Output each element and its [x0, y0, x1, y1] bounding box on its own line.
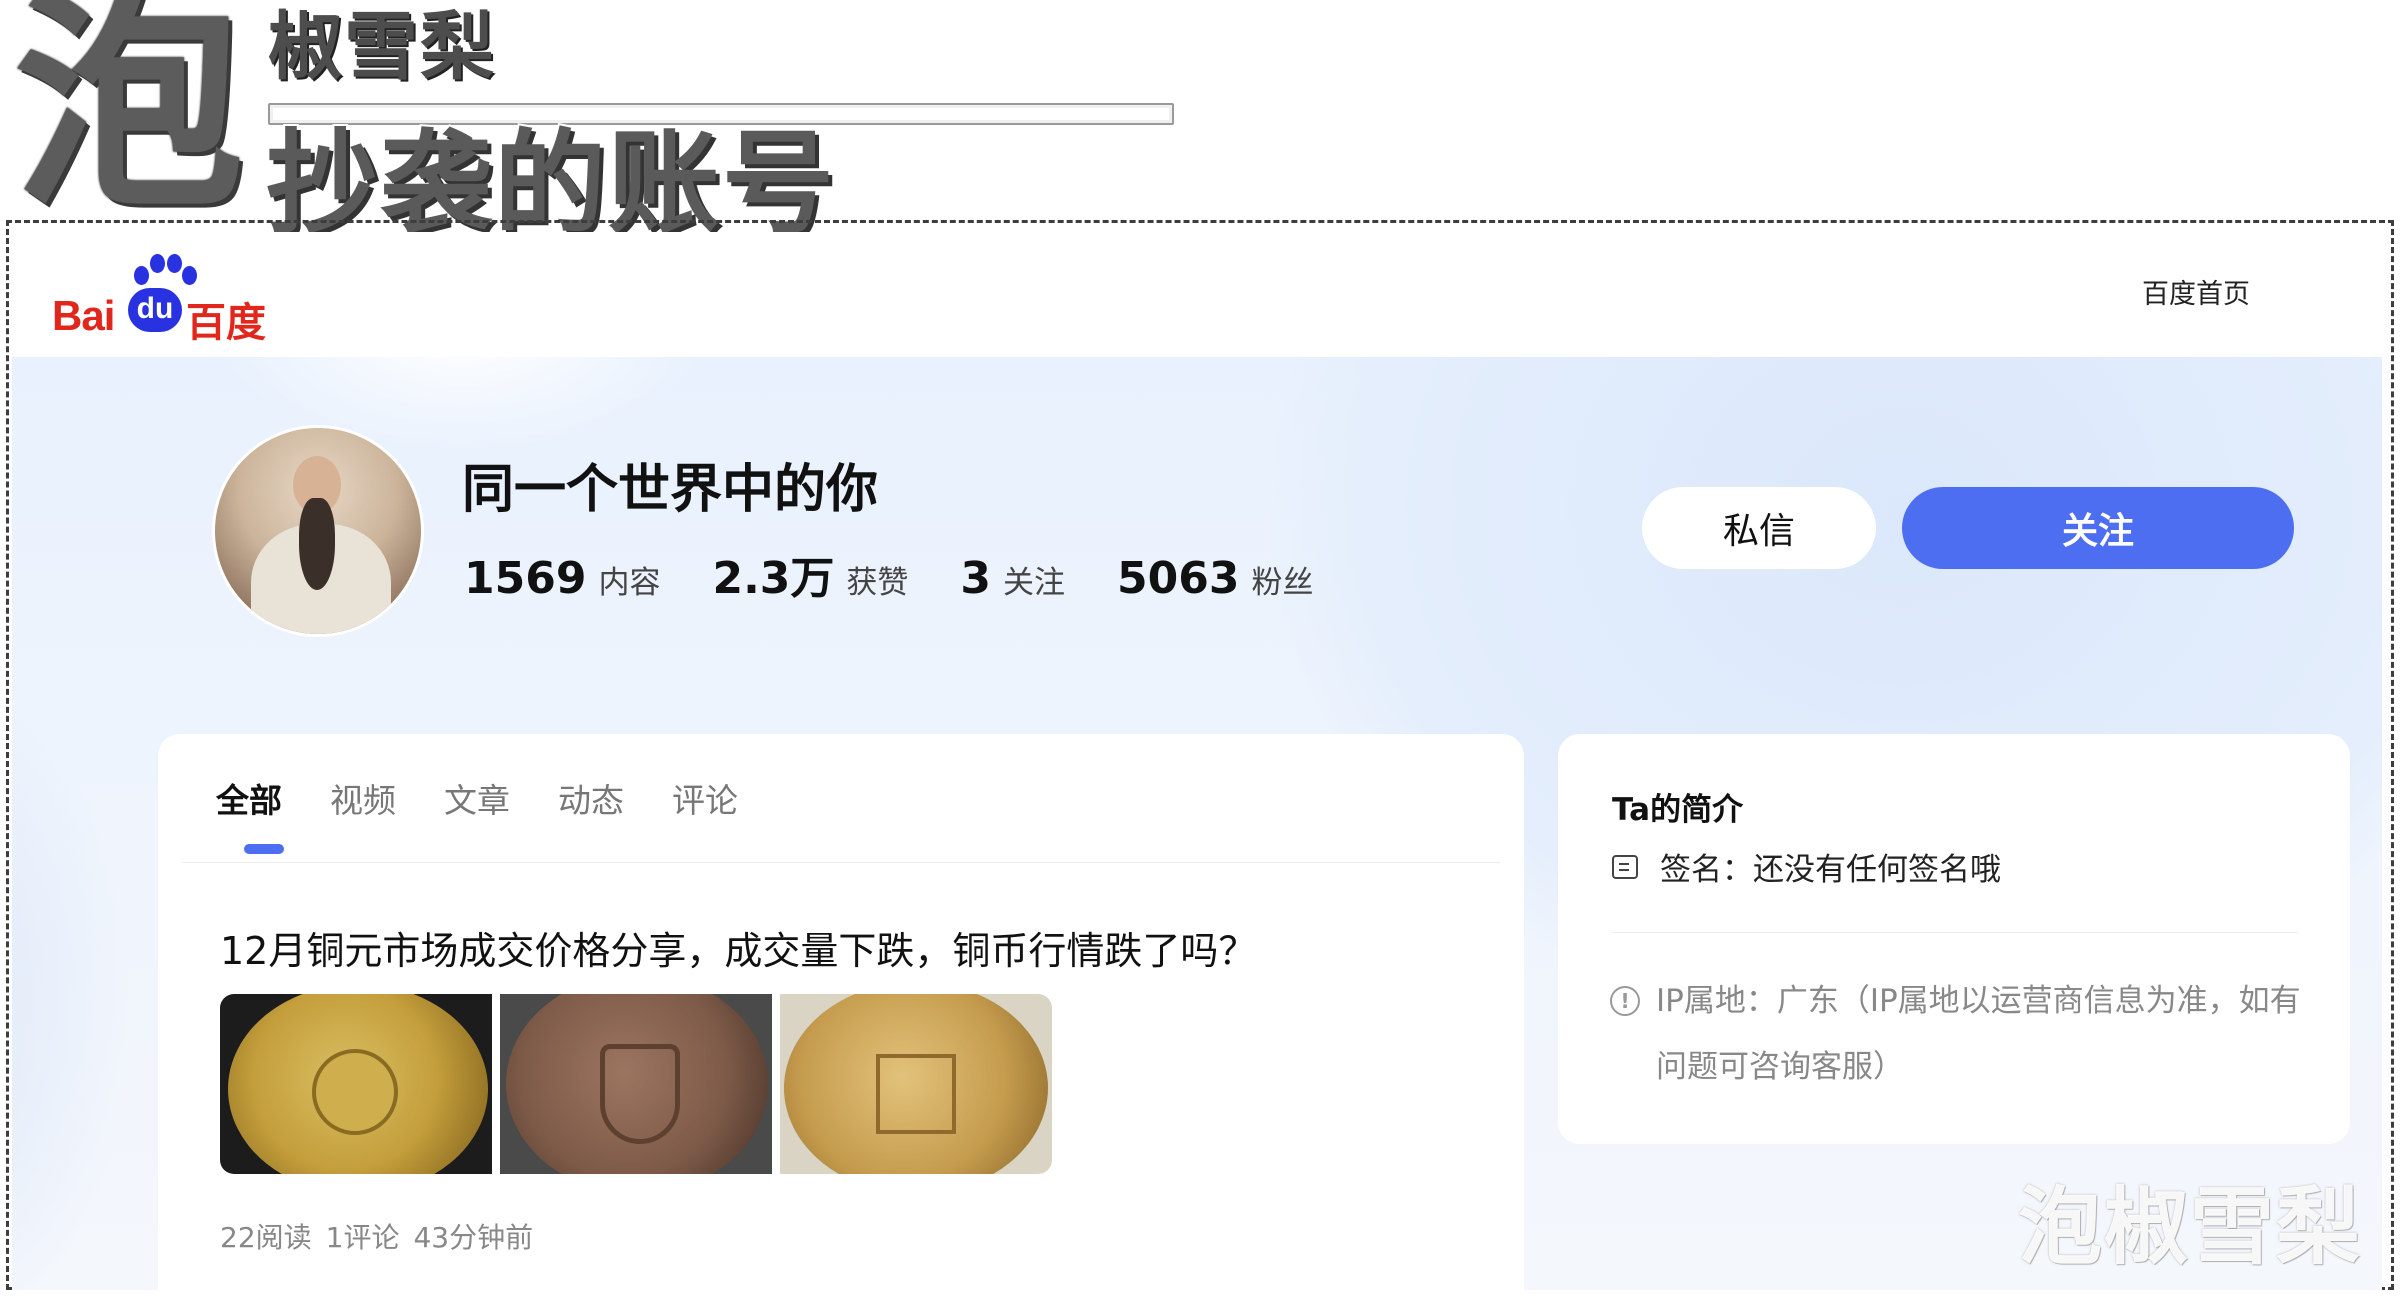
tab-video[interactable]: 视频 [330, 774, 396, 822]
intro-card: Ta的简介 签名：还没有任何签名哦 ! IP属地：广东（IP属地以运营商信息为准… [1558, 734, 2350, 1144]
profile-stats: 1569 内容 2.3万 获赞 3 关注 5063 粉丝 [464, 542, 1314, 606]
tab-divider [182, 862, 1500, 863]
avatar[interactable] [212, 425, 424, 637]
signature-row: 签名：还没有任何签名哦 [1612, 844, 2001, 889]
intro-title: Ta的简介 [1612, 792, 1744, 828]
tab-all[interactable]: 全部 [216, 774, 282, 822]
signature-text: 签名：还没有任何签名哦 [1660, 852, 2001, 888]
stat-number: 3 [960, 553, 992, 604]
thumbnail-image[interactable] [780, 994, 1052, 1174]
ip-location-text: IP属地：广东（IP属地以运营商信息为准，如有问题可咨询客服） [1656, 983, 2301, 1085]
profile-banner: 同一个世界中的你 1569 内容 2.3万 获赞 3 关注 5063 粉丝 私信… [12, 357, 2382, 1290]
bottom-watermark: 泡椒雪梨 [2017, 1178, 2362, 1276]
thumbnail-image[interactable] [500, 994, 772, 1174]
baidu-home-link[interactable]: 百度首页 [2142, 272, 2250, 311]
content-tabs: 全部 视频 文章 动态 评论 [216, 774, 738, 822]
overlay-title: 椒雪梨 [268, 4, 496, 90]
ip-location-row: ! IP属地：广东（IP属地以运营商信息为准，如有问题可咨询客服） [1610, 983, 2310, 1100]
tab-article[interactable]: 文章 [444, 774, 510, 822]
message-button[interactable]: 私信 [1642, 487, 1876, 569]
stat-number: 2.3万 [712, 553, 835, 604]
stat-label: 获赞 [846, 565, 909, 601]
stat-label: 粉丝 [1251, 565, 1314, 601]
active-tab-indicator [244, 844, 284, 854]
content-card: 全部 视频 文章 动态 评论 12月铜元市场成交价格分享，成交量下跌，铜币行情跌… [158, 734, 1524, 1290]
intro-divider [1612, 932, 2298, 933]
post-meta: 22阅读 1评论 43分钟前 [220, 1216, 533, 1256]
logo-text-bai: Bai [52, 292, 115, 339]
info-icon: ! [1610, 986, 1640, 1016]
tab-comment[interactable]: 评论 [672, 774, 738, 822]
tab-dynamic[interactable]: 动态 [558, 774, 624, 822]
stat-likes: 2.3万 获赞 [712, 542, 908, 606]
stat-content[interactable]: 1569 内容 [464, 553, 660, 604]
baidu-logo[interactable]: Bai du 百度 [52, 252, 282, 346]
post-time: 43分钟前 [413, 1221, 534, 1254]
stat-number: 1569 [464, 553, 587, 604]
logo-text-du: du [128, 288, 182, 332]
post-reads: 22阅读 [220, 1221, 312, 1254]
signature-icon [1612, 854, 1638, 879]
post-title[interactable]: 12月铜元市场成交价格分享，成交量下跌，铜币行情跌了吗？ [220, 920, 1256, 975]
stat-number: 5063 [1117, 553, 1240, 604]
logo-text-cn: 百度 [186, 300, 266, 346]
paw-icon [130, 252, 197, 292]
stat-following[interactable]: 3 关注 [960, 553, 1065, 604]
stat-label: 关注 [1003, 565, 1066, 601]
username: 同一个世界中的你 [462, 460, 879, 520]
stat-label: 内容 [598, 565, 661, 601]
thumbnail-image[interactable] [220, 994, 492, 1174]
post-thumbnails[interactable] [220, 994, 1052, 1174]
stat-followers[interactable]: 5063 粉丝 [1117, 553, 1313, 604]
banner-decoration [12, 657, 132, 1290]
follow-button[interactable]: 关注 [1902, 487, 2294, 569]
post-comments: 1评论 [325, 1221, 400, 1254]
overlay-big-char: 泡 [11, 0, 247, 238]
top-nav: Bai du 百度 百度首页 [12, 232, 2382, 357]
